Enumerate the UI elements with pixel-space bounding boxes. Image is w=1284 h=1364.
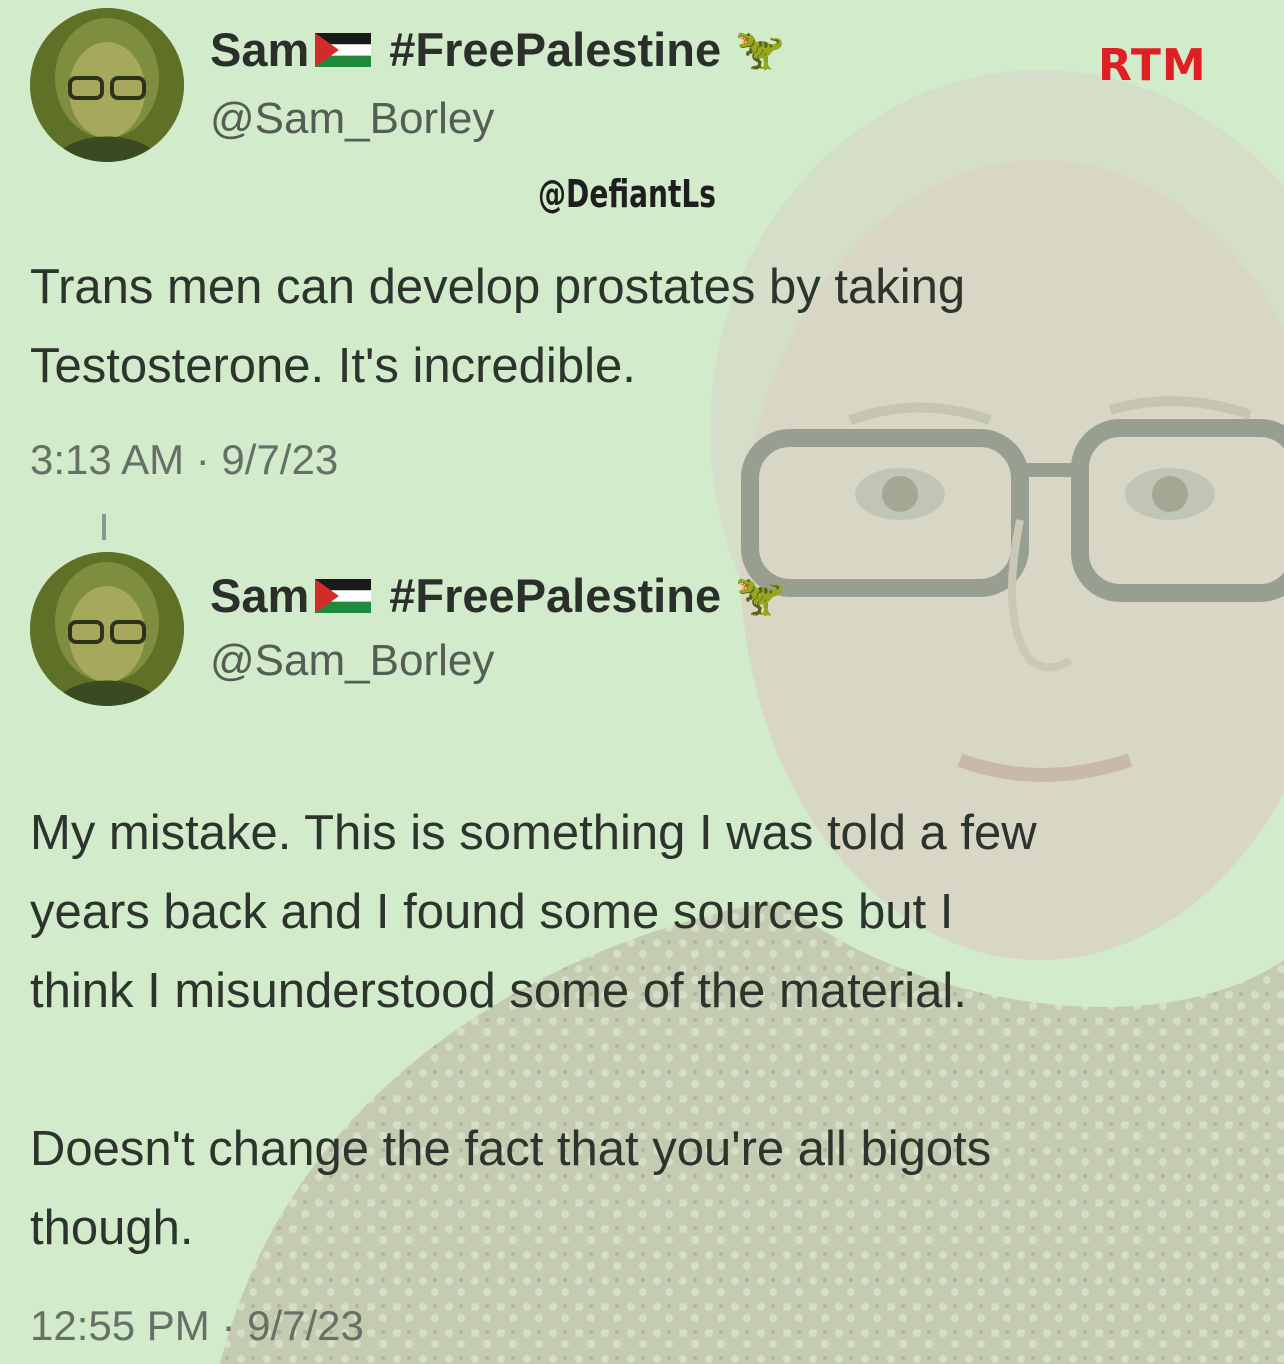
tweet-timestamp[interactable]: 12:55 PM · 9/7/23 [30,1302,364,1350]
palestine-flag-icon [315,578,372,613]
author-handle[interactable]: @Sam_Borley [210,94,494,144]
tweet-screenshot: RTM @DefiantLs Sam #FreePalestine 🦖 @Sam… [0,0,1284,1364]
brand-logo: RTM [1098,40,1207,91]
author-name-row[interactable]: Sam #FreePalestine 🦖 [210,22,785,77]
watermark-handle: @DefiantLs [538,172,716,216]
t-rex-icon: 🦖 [735,28,785,72]
display-name: Sam [210,23,310,76]
tweet-timestamp[interactable]: 3:13 AM · 9/7/23 [30,436,338,484]
avatar[interactable] [30,8,184,162]
display-name: Sam [210,569,310,622]
author-name-row[interactable]: Sam #FreePalestine 🦖 [210,568,785,623]
t-rex-icon: 🦖 [735,574,785,618]
hashtag-text: #FreePalestine [389,23,722,76]
tweet-text: Trans men can develop prostates by takin… [30,260,966,393]
palestine-flag-icon [315,32,372,67]
author-handle[interactable]: @Sam_Borley [210,636,494,686]
thread-connector [102,514,106,540]
avatar[interactable] [30,552,184,706]
tweet-text: My mistake. This is something I was told… [30,806,1037,1255]
hashtag-text: #FreePalestine [389,569,722,622]
